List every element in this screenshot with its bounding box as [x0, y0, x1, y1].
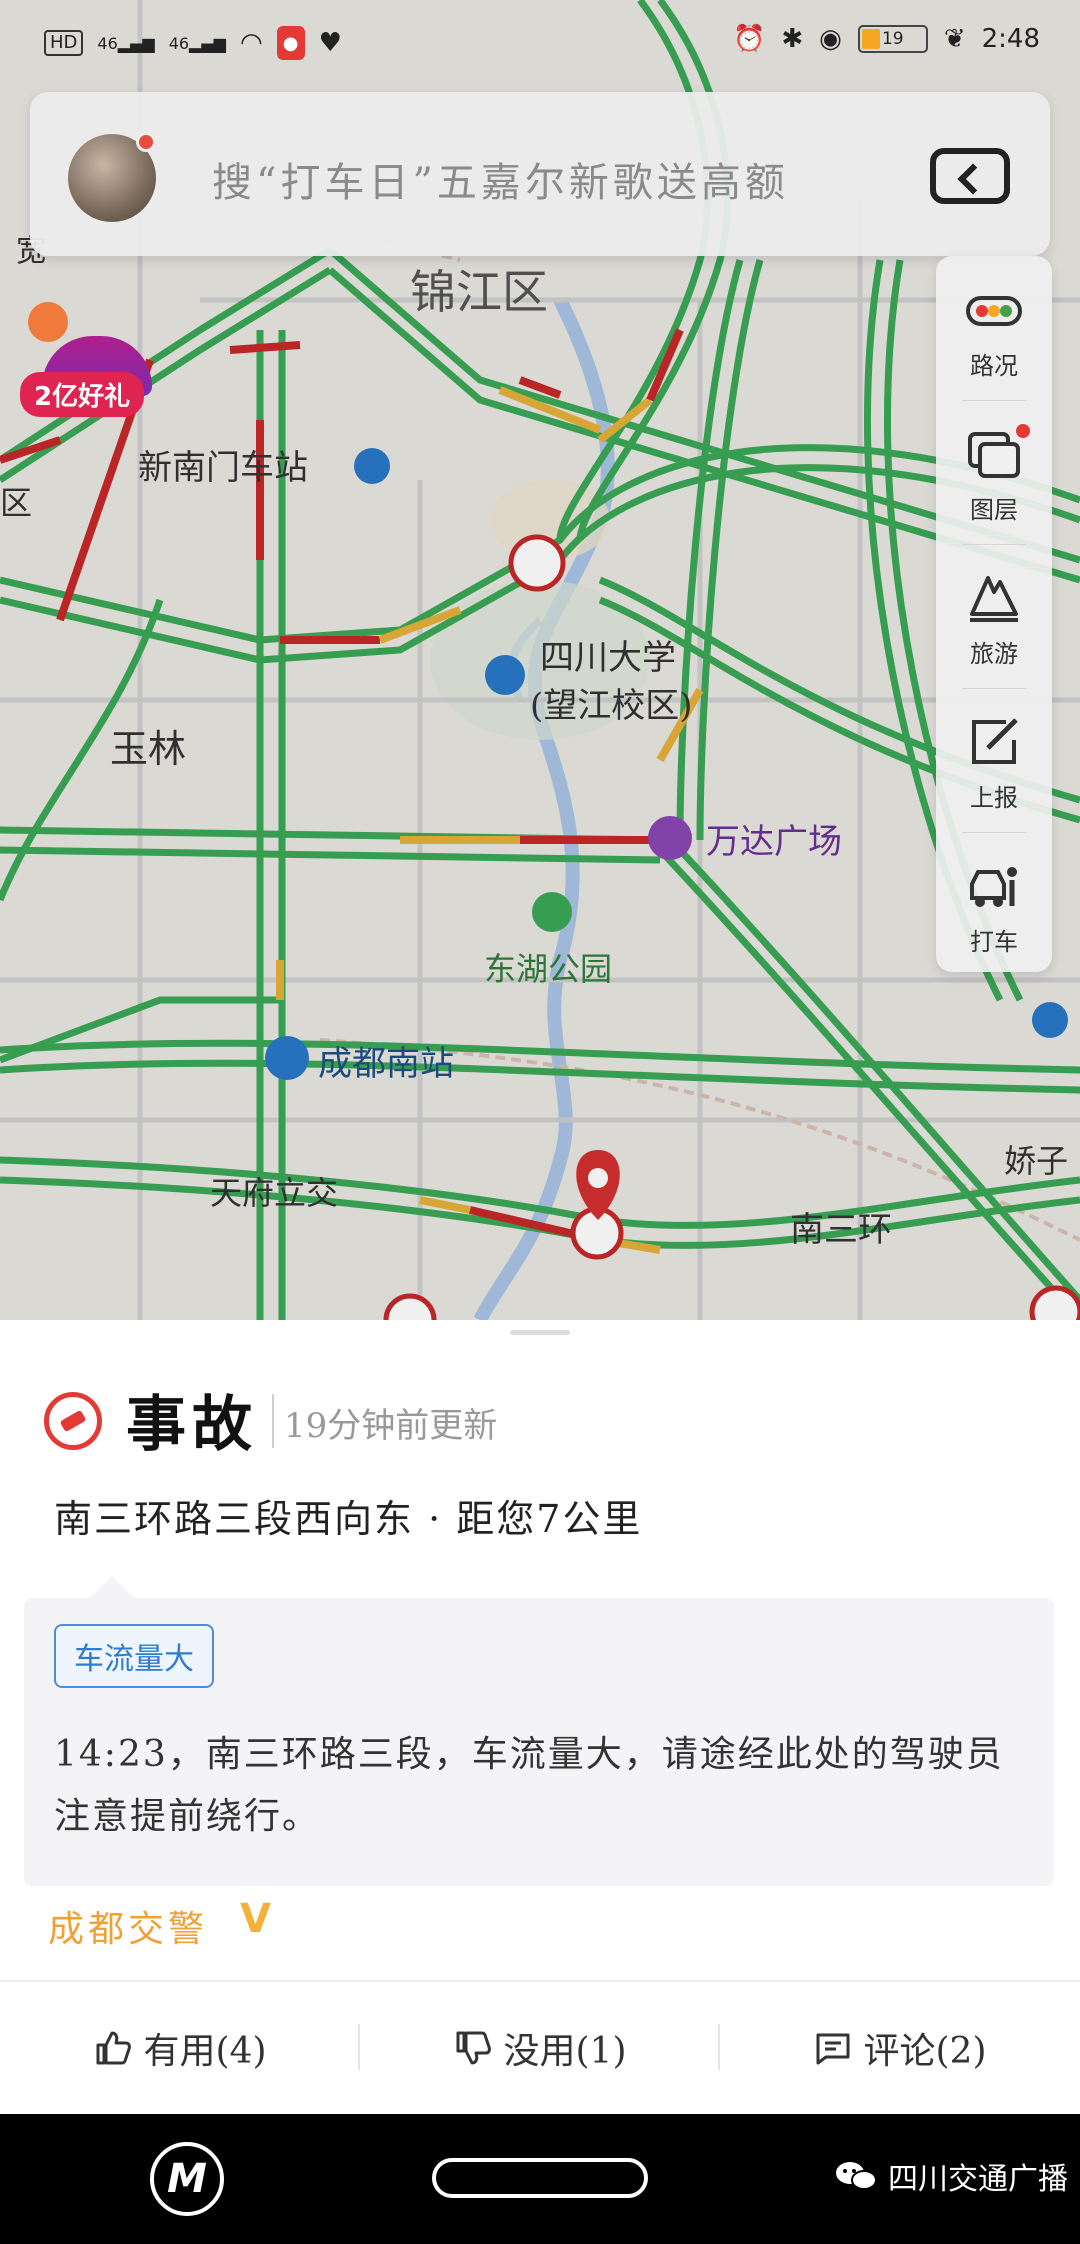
- map-label-jiaozi: 娇子: [1004, 1142, 1069, 1180]
- mic-icon: ●: [276, 26, 305, 60]
- wifi-icon: ◠: [239, 28, 263, 58]
- verified-badge-icon: V: [240, 1896, 271, 1942]
- watermark: 四川交通广播: [834, 2154, 1068, 2198]
- layers-icon: [968, 432, 1020, 478]
- comment-icon: [816, 2033, 849, 2065]
- bluetooth-icon: ✱: [781, 24, 804, 54]
- toolbar-layers-button[interactable]: 图层: [936, 400, 1052, 544]
- useless-label: 没用(1): [503, 2031, 627, 2072]
- promo-badge[interactable]: 2亿好礼: [20, 302, 160, 420]
- scan-icon[interactable]: [930, 148, 1010, 204]
- battery-level: 19: [881, 29, 904, 49]
- alarm-icon: ⏰: [732, 24, 766, 54]
- title-divider: [272, 1394, 274, 1448]
- watermark-text: 四川交通广播: [888, 2162, 1068, 2197]
- signal-icon: 46▂▄▆: [97, 33, 155, 53]
- toolbar-layers-label: 图层: [970, 496, 1018, 524]
- toolbar-travel-button[interactable]: 旅游: [936, 544, 1052, 688]
- map-toolbar: 路况 图层 旅游 上报 打车: [936, 256, 1052, 972]
- thumbs-down-icon: [456, 2031, 491, 2065]
- notification-dot: [136, 132, 156, 152]
- comment-button[interactable]: 评论(2): [720, 1982, 1080, 2114]
- system-nav-bar: 四川交通广播: [0, 2114, 1080, 2244]
- home-gesture-bar[interactable]: [432, 2158, 648, 2198]
- toolbar-travel-label: 旅游: [970, 640, 1018, 668]
- assistant-button-icon[interactable]: [150, 2142, 224, 2216]
- traffic-light-icon: [966, 296, 1022, 326]
- map-label-sichuan-university: 四川大学: [540, 638, 676, 678]
- map-label-nansanhuan: 南三环: [790, 1210, 892, 1250]
- useful-label: 有用(4): [143, 2031, 267, 2072]
- useful-button[interactable]: 有用(4): [0, 1982, 360, 2114]
- signal-1-label: 46: [97, 33, 118, 53]
- map-label-wanda: 万达广场: [706, 822, 842, 862]
- map-label-wangjiang-campus: (望江校区): [530, 686, 693, 726]
- search-input[interactable]: 搜“打车日”五嘉尔新歌送高额: [212, 150, 789, 208]
- status-bar: HD 46▂▄▆ 46▂▄▆ ◠ ● ♥ ⏰ ✱ ◉ 19 ❦ 2:48: [0, 0, 1080, 84]
- search-bar[interactable]: 搜“打车日”五嘉尔新歌送高额: [30, 92, 1050, 256]
- accident-icon: [44, 1392, 102, 1450]
- map-label-edge-left: 区: [0, 484, 33, 522]
- map-label-yulin: 玉林: [110, 727, 187, 771]
- event-tag: 车流量大: [54, 1624, 214, 1688]
- event-location: 南三环路三段西向东 · 距您7公里: [54, 1497, 643, 1541]
- feedback-actions: 有用(4) 没用(1) 评论(2): [0, 1982, 1080, 2114]
- toolbar-traffic-label: 路况: [970, 352, 1018, 380]
- map-label-chengdu-south-station: 成都南站: [318, 1044, 454, 1084]
- thumbs-up-icon: [96, 2031, 131, 2065]
- toolbar-taxi-label: 打车: [970, 928, 1018, 956]
- map-label-tianfu-interchange: 天府立交: [210, 1174, 339, 1212]
- promo-ball-icon: [28, 302, 68, 342]
- event-detail-sheet: 事故 19分钟前更新 南三环路三段西向东 · 距您7公里 车流量大 14:23，…: [0, 1320, 1080, 2114]
- map-label-jinjiang: 锦江区: [410, 265, 548, 319]
- wechat-icon: [836, 2162, 877, 2190]
- travel-icon: [970, 576, 1018, 622]
- heart-icon: ♥: [318, 28, 342, 58]
- report-icon: [972, 718, 1018, 764]
- event-detail-card: 车流量大 14:23，南三环路三段，车流量大，请途经此处的驾驶员注意提前绕行。: [24, 1576, 1054, 1886]
- taxi-icon: [970, 867, 1017, 907]
- toolbar-report-button[interactable]: 上报: [936, 688, 1052, 832]
- map-label-xinnanmen: 新南门车站: [138, 448, 308, 488]
- map-label-donghu-park: 东湖公园: [484, 950, 613, 988]
- signal-2-label: 46: [168, 33, 190, 53]
- signal-icon-2: 46▂▄▆: [168, 33, 226, 53]
- useless-button[interactable]: 没用(1): [360, 1982, 720, 2114]
- comment-label: 评论(2): [863, 2031, 987, 2072]
- toolbar-traffic-button[interactable]: 路况: [936, 256, 1052, 400]
- toolbar-taxi-button[interactable]: 打车: [936, 832, 1052, 976]
- location-icon: ◉: [819, 24, 842, 54]
- layers-badge: [1016, 424, 1030, 438]
- clock: 2:48: [981, 24, 1040, 54]
- event-updated-time: 19分钟前更新: [284, 1406, 498, 1446]
- event-source[interactable]: 成都交警: [48, 1900, 208, 1952]
- hd-indicator: HD: [44, 30, 84, 56]
- event-description: 14:23，南三环路三段，车流量大，请途经此处的驾驶员注意提前绕行。: [54, 1734, 1004, 1837]
- battery-icon: 19: [857, 25, 928, 53]
- toolbar-report-label: 上报: [970, 784, 1018, 812]
- leaf-icon: ❦: [943, 24, 966, 54]
- event-title: 事故: [126, 1390, 258, 1460]
- promo-label[interactable]: 2亿好礼: [20, 372, 145, 417]
- sheet-drag-handle[interactable]: [510, 1330, 570, 1335]
